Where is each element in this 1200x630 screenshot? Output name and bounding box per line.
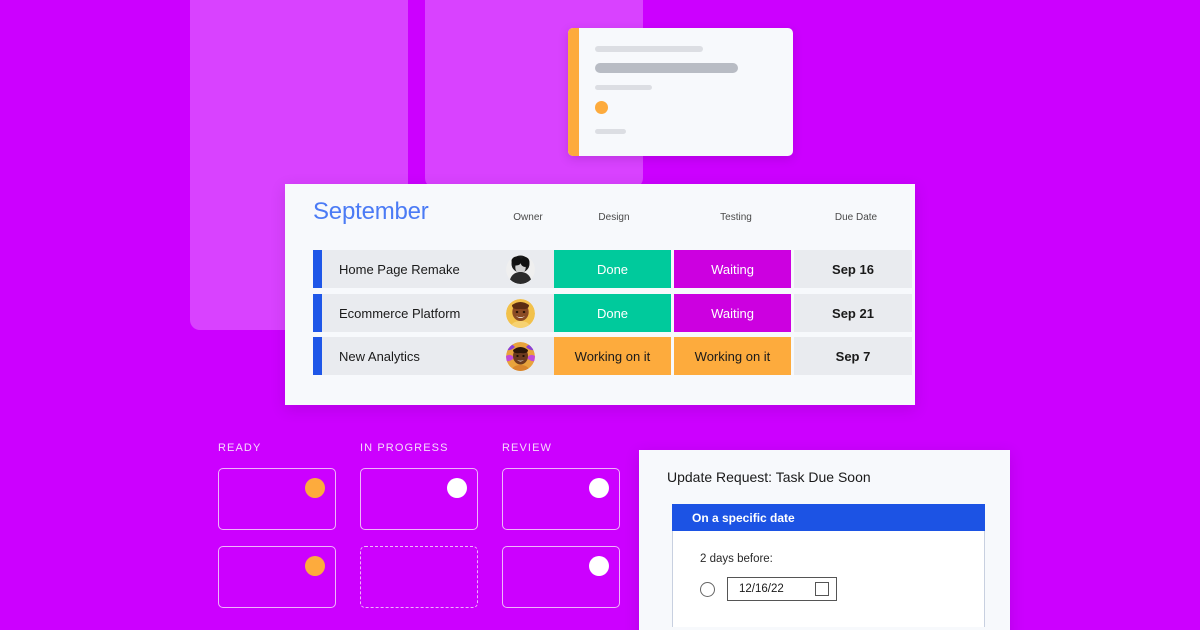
owner-cell[interactable]	[500, 294, 540, 332]
kanban-column-in-progress: IN PROGRESS	[360, 442, 478, 624]
avatar	[505, 341, 535, 371]
automation-form-panel: Update Request: Task Due Soon On a speci…	[639, 450, 1010, 630]
board-header: September Owner Design Testing Due Date	[285, 184, 915, 242]
placeholder-line	[595, 46, 703, 52]
status-cell-design[interactable]: Working on it	[554, 337, 671, 375]
column-header-design: Design	[598, 212, 630, 223]
status-dot-icon	[447, 478, 467, 498]
kanban-card[interactable]	[360, 468, 478, 530]
placeholder-line	[595, 129, 626, 134]
board-title: September	[313, 198, 429, 225]
kanban-card-drop-placeholder[interactable]	[360, 546, 478, 608]
date-input[interactable]: 12/16/22	[727, 577, 837, 601]
status-cell-testing[interactable]: Waiting	[674, 294, 791, 332]
update-card[interactable]	[568, 28, 793, 156]
kanban-column-label: READY	[218, 442, 262, 454]
kanban-column-label: REVIEW	[502, 442, 552, 454]
status-dot-icon	[595, 101, 608, 114]
form-section: On a specific date 2 days before: 12/16/…	[672, 504, 985, 627]
row-group-bar	[313, 337, 322, 375]
kanban-card[interactable]	[502, 468, 620, 530]
row-spacer	[540, 294, 554, 332]
kanban-card[interactable]	[218, 468, 336, 530]
kanban-column-review: REVIEW	[502, 442, 620, 624]
status-dot-icon	[589, 478, 609, 498]
status-dot-icon	[305, 478, 325, 498]
task-name: Home Page Remake	[322, 250, 500, 288]
placeholder-line	[595, 85, 652, 90]
column-header-owner: Owner	[513, 212, 543, 223]
due-date-cell[interactable]: Sep 16	[794, 250, 912, 288]
due-date-cell[interactable]: Sep 21	[794, 294, 912, 332]
row-group-bar	[313, 294, 322, 332]
kanban-card[interactable]	[218, 546, 336, 608]
board-table-panel: September Owner Design Testing Due Date …	[285, 184, 915, 405]
owner-cell[interactable]	[500, 337, 540, 375]
row-spacer	[540, 337, 554, 375]
date-option-row: 12/16/22	[700, 577, 984, 601]
placeholder-line	[595, 63, 738, 73]
task-name: New Analytics	[322, 337, 500, 375]
column-header-testing: Testing	[720, 212, 752, 223]
update-card-body	[579, 28, 793, 156]
status-cell-design[interactable]: Done	[554, 294, 671, 332]
row-group-bar	[313, 250, 322, 288]
table-row[interactable]: Home Page Remake Done Waiting Sep 16	[313, 250, 912, 288]
row-spacer	[540, 250, 554, 288]
kanban-card[interactable]	[502, 546, 620, 608]
status-dot-icon	[305, 556, 325, 576]
date-input-value: 12/16/22	[739, 583, 784, 595]
owner-cell[interactable]	[500, 250, 540, 288]
radio-unselected-icon[interactable]	[700, 581, 715, 597]
kanban-column-label: IN PROGRESS	[360, 442, 449, 454]
avatar	[505, 298, 535, 328]
task-name: Ecommerce Platform	[322, 294, 500, 332]
avatar	[505, 254, 535, 284]
status-cell-testing[interactable]: Waiting	[674, 250, 791, 288]
form-section-header: On a specific date	[672, 504, 985, 531]
table-row[interactable]: Ecommerce Platform Done Waiting Sep 21	[313, 294, 912, 332]
due-date-cell[interactable]: Sep 7	[794, 337, 912, 375]
table-row[interactable]: New Analytics Working on it Working on i…	[313, 337, 912, 375]
form-panel-title: Update Request: Task Due Soon	[667, 469, 871, 485]
kanban-column-ready: READY	[218, 442, 336, 624]
promo-graphic-canvas: September Owner Design Testing Due Date …	[0, 0, 1200, 630]
status-cell-design[interactable]: Done	[554, 250, 671, 288]
status-dot-icon	[589, 556, 609, 576]
column-header-due-date: Due Date	[834, 212, 878, 223]
update-card-accent-bar	[568, 28, 579, 156]
status-cell-testing[interactable]: Working on it	[674, 337, 791, 375]
calendar-icon[interactable]	[815, 582, 829, 596]
form-sub-label: 2 days before:	[700, 553, 773, 565]
form-section-body: 2 days before: 12/16/22	[673, 531, 984, 627]
